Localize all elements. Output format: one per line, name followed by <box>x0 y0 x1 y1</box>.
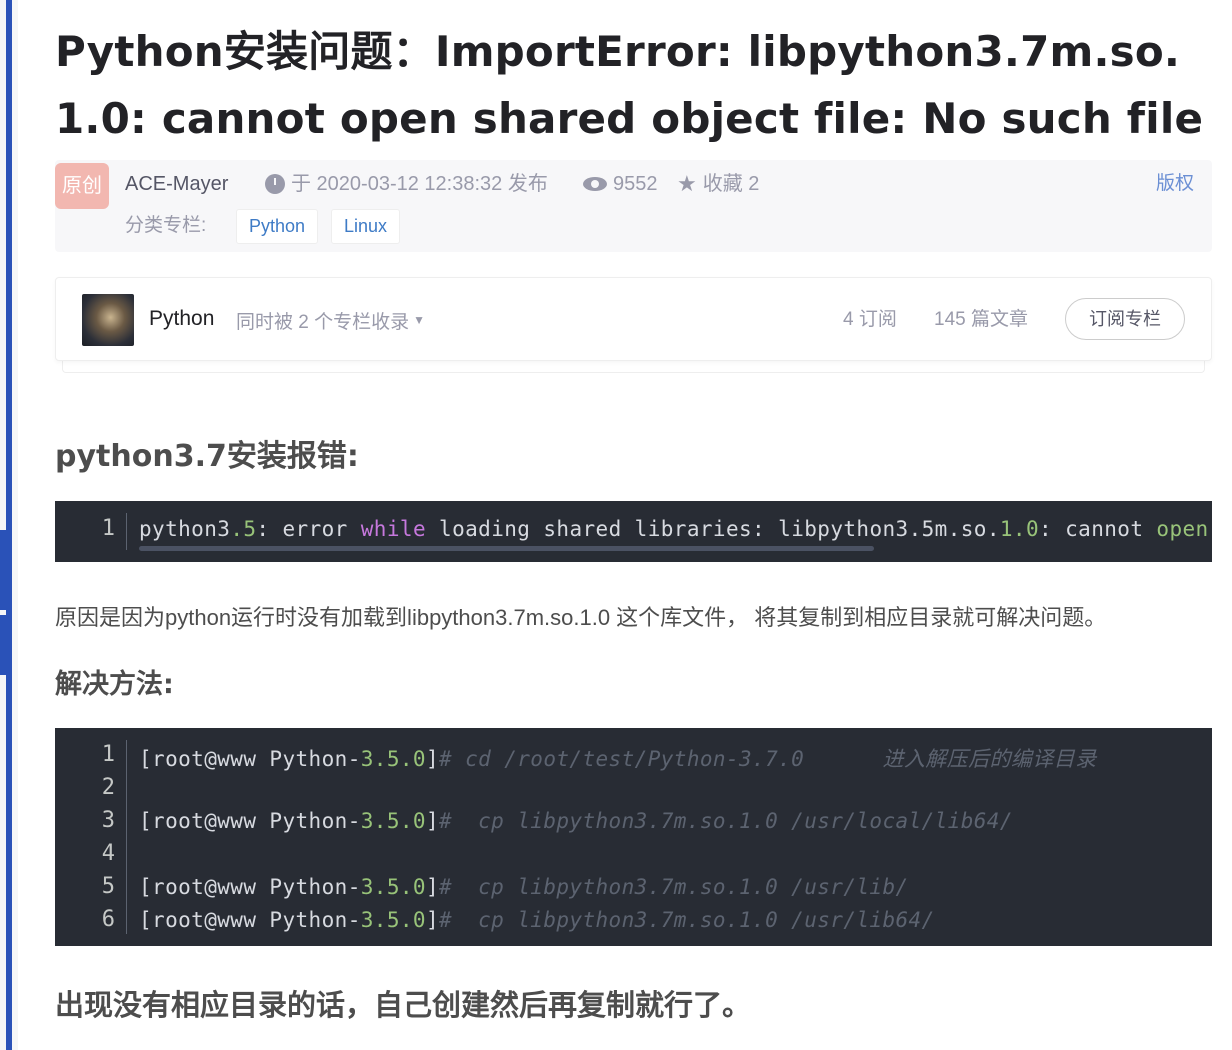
column-included-text: 同时被 2 个专栏收录 <box>236 312 410 333</box>
favorite-count-text: 收藏 2 <box>702 173 760 195</box>
code-line: [root@www Python-3.5.0]# cd /root/test/P… <box>139 747 1097 771</box>
author-link[interactable]: ACE-Mayer <box>125 170 228 198</box>
subscribe-column-button[interactable]: 订阅专栏 <box>1065 298 1185 340</box>
column-thumbnail[interactable] <box>82 294 134 346</box>
tag-linux[interactable]: Linux <box>331 209 401 244</box>
column-name[interactable]: Python <box>149 305 214 333</box>
code-line: [root@www Python-3.5.0]# cp libpython3.7… <box>139 809 1013 833</box>
view-count-text: 9552 <box>613 173 658 195</box>
original-badge: 原创 <box>55 163 109 209</box>
column-article-count: 145 篇文章 <box>934 309 1028 330</box>
article-meta-bar: 原创 ACE-Mayer 于 2020-03-12 12:38:32 发布 95… <box>55 160 1212 252</box>
column-subscribers: 4 订阅 <box>843 309 897 330</box>
code-gutter: 1 2 3 4 5 6 <box>55 728 127 946</box>
line-number: 3 <box>101 808 115 833</box>
line-number: 6 <box>101 907 115 932</box>
publish-time: 于 2020-03-12 12:38:32 发布 <box>265 170 548 198</box>
eye-icon <box>583 177 607 191</box>
line-number: 1 <box>101 742 115 767</box>
code-block-error: 1 python3.5: error while loading shared … <box>55 501 1212 562</box>
caret-down-icon: ▼ <box>413 313 426 327</box>
tag-python[interactable]: Python <box>236 209 319 244</box>
clock-icon <box>265 174 285 194</box>
line-number: 4 <box>101 841 115 866</box>
publish-time-text: 于 2020-03-12 12:38:32 发布 <box>291 173 548 195</box>
column-card: Python 同时被 2 个专栏收录 ▼ 4 订阅 145 篇文章 订阅专栏 <box>55 277 1212 361</box>
code-block-solution: 1 2 3 4 5 6 [root@www Python-3.5.0]# cd … <box>55 728 1212 946</box>
code-line: [root@www Python-3.5.0]# cp libpython3.7… <box>139 908 935 932</box>
line-number: 5 <box>101 874 115 899</box>
code-gutter: 1 <box>55 501 127 562</box>
column-card-stack <box>62 361 1205 373</box>
favorite-button[interactable]: ★ 收藏 2 <box>677 170 759 198</box>
copyright-link[interactable]: 版权 <box>1156 170 1194 198</box>
view-count: 9552 <box>583 170 658 198</box>
left-rail <box>6 0 12 1050</box>
line-number: 2 <box>101 775 115 800</box>
column-included-dropdown[interactable]: 同时被 2 个专栏收录 ▼ <box>236 306 425 337</box>
left-sidebar-edge <box>0 0 18 1050</box>
horizontal-scrollbar[interactable] <box>139 546 874 551</box>
code-line: python3.5: error while loading shared li… <box>139 517 1209 541</box>
reason-paragraph: 原因是因为python运行时没有加载到libpython3.7m.so.1.0 … <box>55 605 1107 630</box>
rail-notch <box>0 615 6 675</box>
line-number: 1 <box>101 516 115 541</box>
star-icon: ★ <box>677 171 697 196</box>
solution-heading: 解决方法: <box>55 669 174 700</box>
category-label: 分类专栏: <box>125 215 207 236</box>
rail-notch <box>0 530 6 610</box>
closing-note: 出现没有相应目录的话，自己创建然后再复制就行了。 <box>55 988 752 1022</box>
error-heading: python3.7安装报错: <box>55 439 359 474</box>
code-line: [root@www Python-3.5.0]# cp libpython3.7… <box>139 875 909 899</box>
